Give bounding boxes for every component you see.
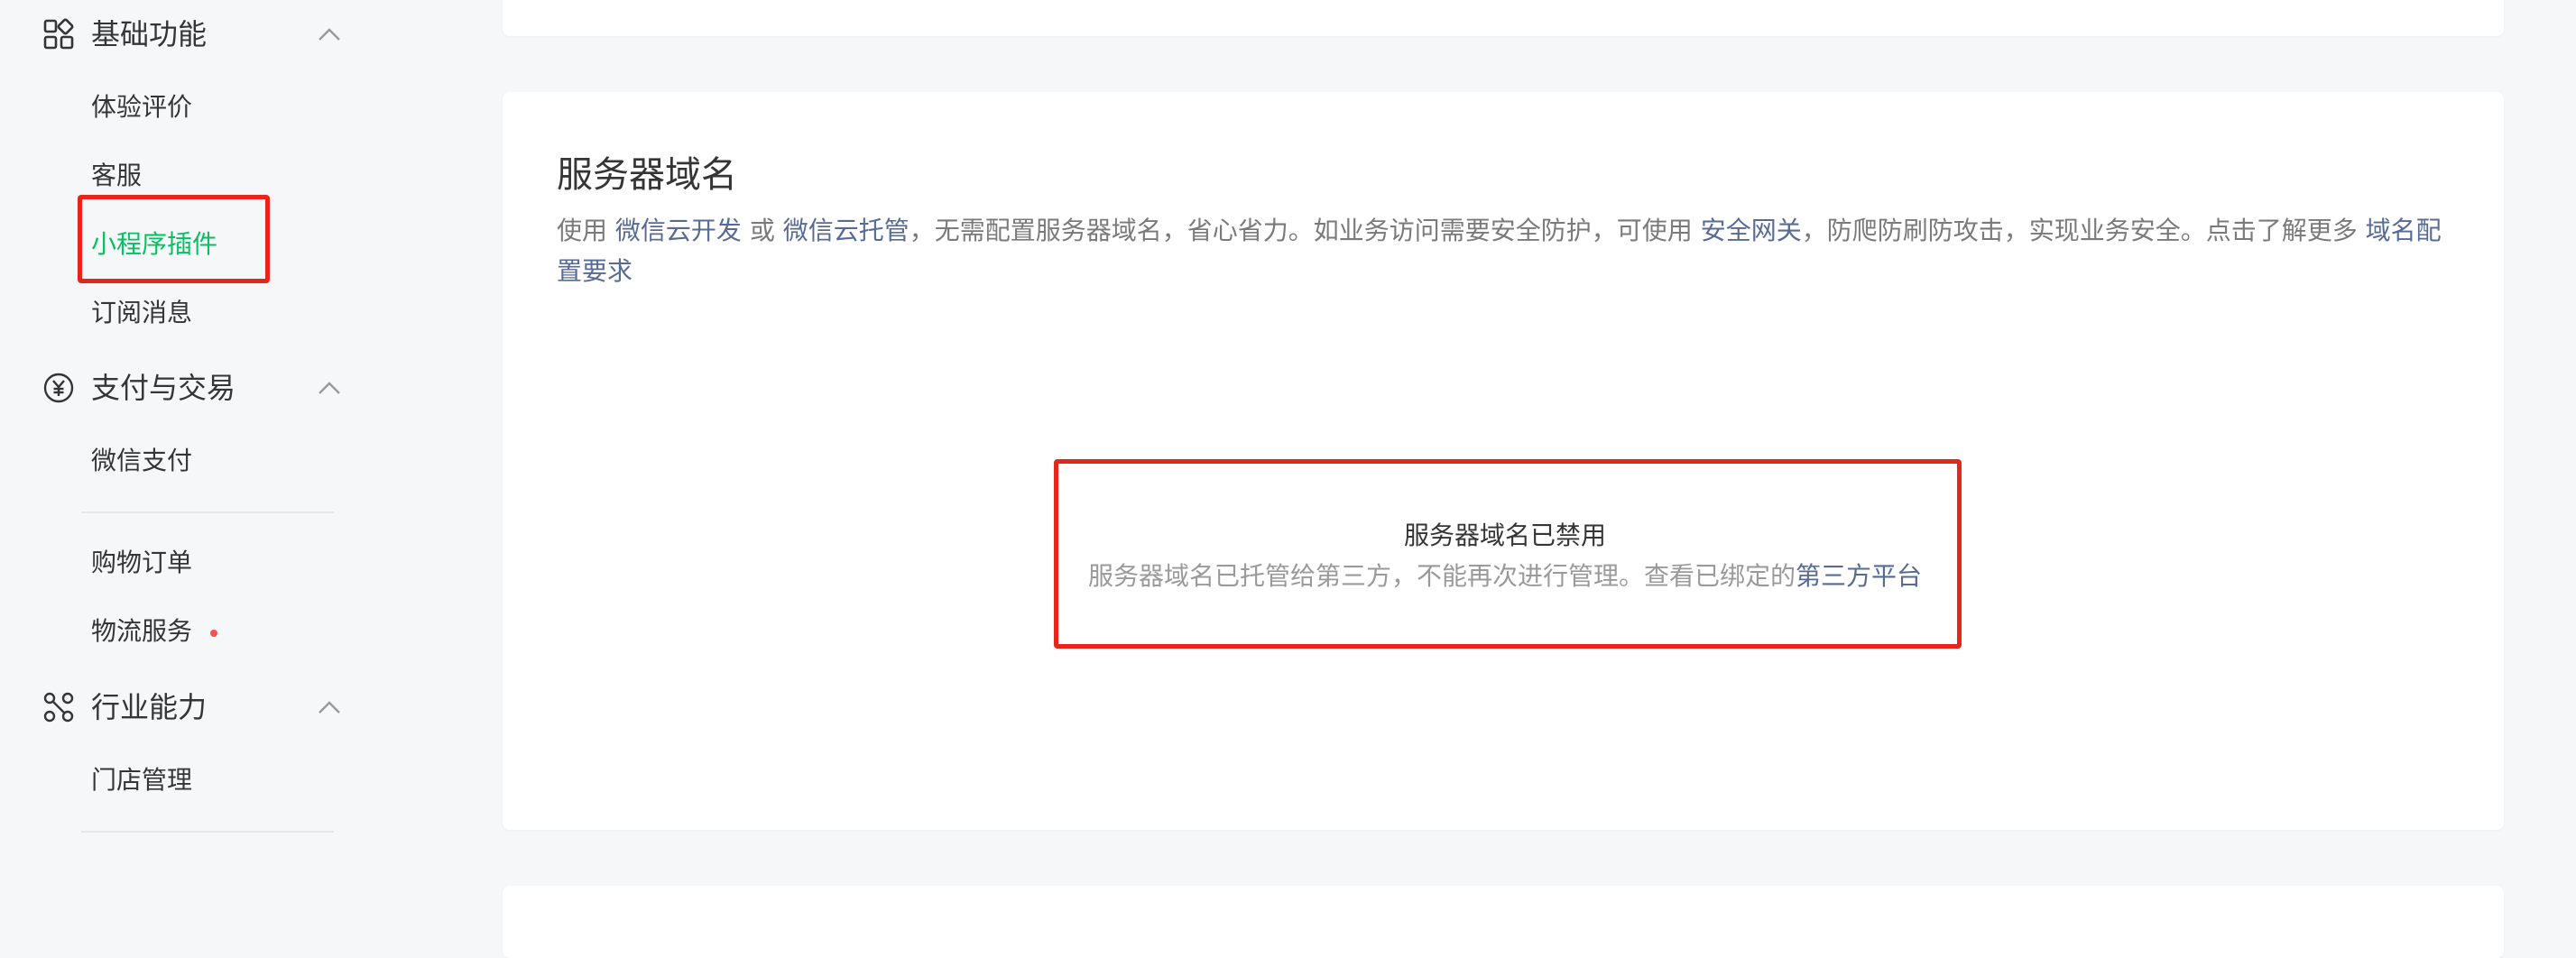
desc-text: ，无需配置服务器域名，省心省力。如业务访问需要安全防护，可使用 (909, 216, 1693, 245)
sidebar-section-payment[interactable]: 支付与交易 (0, 363, 361, 413)
sidebar-item-customer-service[interactable]: 客服 (91, 161, 142, 191)
sidebar-item-experience-review[interactable]: 体验评价 (91, 92, 192, 123)
highlight-box-disabled-notice (1054, 459, 1962, 649)
wechat-cloud-hosting-link[interactable]: 微信云托管 (783, 216, 909, 245)
sidebar-section-industry[interactable]: 行业能力 (0, 682, 361, 732)
desc-text: 使用 (557, 216, 608, 245)
sidebar-item-store-management[interactable]: 门店管理 (91, 765, 192, 796)
sidebar-item-logistics[interactable]: 物流服务 (91, 616, 192, 647)
sidebar: 基础功能 体验评价 客服 小程序插件 订阅消息 支付与交易 微信支付 购物订单 … (0, 0, 379, 921)
sidebar-divider (81, 831, 334, 833)
yuan-circle-icon (42, 371, 76, 405)
sidebar-section-title: 行业能力 (91, 690, 208, 724)
sidebar-section-title: 基础功能 (91, 17, 208, 51)
previous-card (503, 0, 2504, 36)
sidebar-item-shopping-orders[interactable]: 购物订单 (91, 548, 192, 578)
desc-text: ，防爬防刷防攻击，实现业务安全。点击了解更多 (1801, 216, 2358, 245)
next-card (503, 886, 2504, 958)
desc-text: 或 (749, 216, 775, 245)
sidebar-item-wechat-pay[interactable]: 微信支付 (91, 446, 192, 476)
chevron-up-icon[interactable] (318, 700, 341, 714)
industry-nodes-icon (42, 690, 76, 724)
server-domain-description: 使用 微信云开发 或 微信云托管，无需配置服务器域名，省心省力。如业务访问需要安… (557, 210, 2442, 291)
wechat-cloud-dev-link[interactable]: 微信云开发 (615, 216, 742, 245)
highlight-box-plugin (78, 195, 270, 283)
sidebar-section-title: 支付与交易 (91, 371, 236, 405)
sidebar-item-subscription-message[interactable]: 订阅消息 (91, 298, 192, 328)
sidebar-divider (81, 511, 334, 513)
sidebar-section-basic[interactable]: 基础功能 (0, 9, 361, 60)
security-gateway-link[interactable]: 安全网关 (1701, 216, 1802, 245)
chevron-up-icon[interactable] (318, 381, 341, 395)
grid-icon (42, 17, 76, 51)
notification-dot (210, 630, 217, 637)
page-title: 服务器域名 (557, 154, 737, 196)
chevron-up-icon[interactable] (318, 27, 341, 41)
